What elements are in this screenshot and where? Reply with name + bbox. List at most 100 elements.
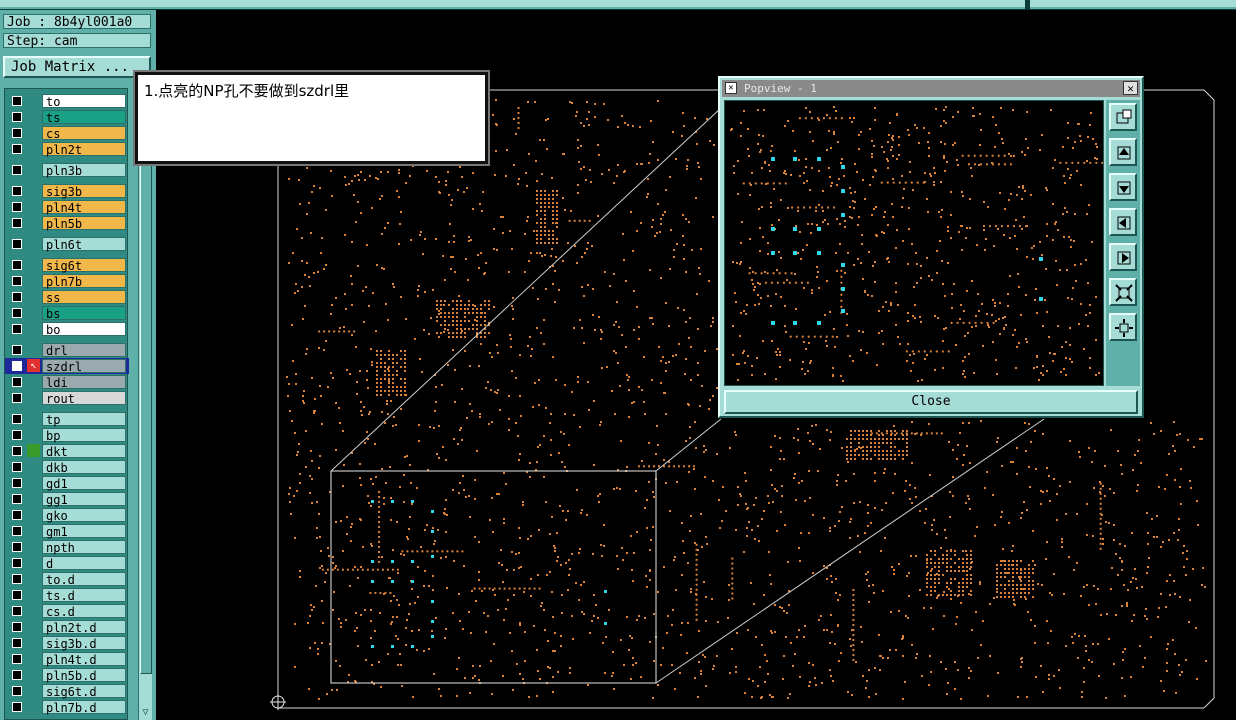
layer-name[interactable]: dkt	[42, 444, 126, 459]
layer-name[interactable]: pln6t	[42, 237, 126, 252]
layer-name[interactable]: cs.d	[42, 604, 126, 619]
layer-name[interactable]: dkb	[42, 460, 126, 475]
affected-layer-icon[interactable]	[27, 444, 40, 457]
layer-checkbox[interactable]	[12, 430, 22, 440]
layer-name[interactable]: pln5b	[42, 216, 126, 231]
layer-checkbox[interactable]	[12, 702, 22, 712]
layer-name[interactable]: szdrl	[42, 359, 126, 374]
layer-row-npth[interactable]: npth	[5, 539, 129, 555]
layer-name[interactable]: ss	[42, 290, 126, 305]
popview-zoom-view[interactable]	[724, 100, 1104, 386]
close-icon[interactable]: ✕	[1123, 81, 1138, 95]
pan-up-icon[interactable]	[1109, 138, 1137, 166]
layer-name[interactable]: gm1	[42, 524, 126, 539]
layer-row-pln2t-d[interactable]: pln2t.d	[5, 619, 129, 635]
layer-row-ts[interactable]: ts	[5, 109, 129, 125]
popview-titlebar[interactable]: ✕ Popview - 1 ✕	[722, 80, 1140, 97]
layer-row-ldi[interactable]: ldi	[5, 374, 129, 390]
layer-checkbox[interactable]	[12, 308, 22, 318]
layer-row-pln7b[interactable]: pln7b	[5, 273, 129, 289]
layer-row-ts-d[interactable]: ts.d	[5, 587, 129, 603]
layer-name[interactable]: ldi	[42, 375, 126, 390]
layer-row-pln4t-d[interactable]: pln4t.d	[5, 651, 129, 667]
layer-checkbox[interactable]	[12, 542, 22, 552]
pan-right-icon[interactable]	[1109, 243, 1137, 271]
layer-checkbox[interactable]	[12, 414, 22, 424]
layer-row-sig6t[interactable]: sig6t	[5, 257, 129, 273]
layer-row-gko[interactable]: gko	[5, 507, 129, 523]
layer-checkbox[interactable]	[12, 574, 22, 584]
layer-row-pln4t[interactable]: pln4t	[5, 199, 129, 215]
layer-row-dkt[interactable]: dkt	[5, 443, 129, 459]
layer-checkbox[interactable]	[12, 239, 22, 249]
zoom-fit-icon[interactable]	[1109, 103, 1137, 131]
layer-checkbox[interactable]	[12, 218, 22, 228]
layer-row-ss[interactable]: ss	[5, 289, 129, 305]
layer-row-gd1[interactable]: gd1	[5, 475, 129, 491]
layer-row-sig3b[interactable]: sig3b	[5, 183, 129, 199]
layer-checkbox[interactable]	[12, 510, 22, 520]
layer-name[interactable]: gko	[42, 508, 126, 523]
layer-checkbox[interactable]	[12, 393, 22, 403]
layer-row-rout[interactable]: rout	[5, 390, 129, 406]
layer-checkbox[interactable]	[12, 638, 22, 648]
layer-checkbox[interactable]	[12, 494, 22, 504]
layer-row-szdrl[interactable]: ↖ szdrl	[5, 358, 129, 374]
layer-checkbox[interactable]	[12, 96, 22, 106]
layer-row-to[interactable]: to	[5, 93, 129, 109]
layer-checkbox[interactable]	[12, 128, 22, 138]
job-matrix-button[interactable]: Job Matrix ...	[3, 56, 151, 78]
layer-row-gg1[interactable]: gg1	[5, 491, 129, 507]
layer-name[interactable]: pln5b.d	[42, 668, 126, 683]
layer-name[interactable]: bo	[42, 322, 126, 337]
popview-close-button[interactable]: Close	[724, 390, 1138, 414]
layer-checkbox[interactable]	[12, 186, 22, 196]
layer-checkbox[interactable]	[12, 324, 22, 334]
zoom-out-icon[interactable]	[1109, 278, 1137, 306]
layer-name[interactable]: to	[42, 94, 126, 109]
layer-row-to-d[interactable]: to.d	[5, 571, 129, 587]
layer-name[interactable]: sig3b.d	[42, 636, 126, 651]
layer-row-tp[interactable]: tp	[5, 411, 129, 427]
layer-checkbox[interactable]	[12, 112, 22, 122]
layer-row-gm1[interactable]: gm1	[5, 523, 129, 539]
layer-name[interactable]: pln4t.d	[42, 652, 126, 667]
layer-row-sig3b-d[interactable]: sig3b.d	[5, 635, 129, 651]
layer-checkbox[interactable]	[12, 377, 22, 387]
layer-list-scrollbar[interactable]: ▽	[138, 88, 152, 720]
layer-name[interactable]: tp	[42, 412, 126, 427]
layer-row-pln3b[interactable]: pln3b	[5, 162, 129, 178]
layer-checkbox[interactable]	[12, 558, 22, 568]
layer-name[interactable]: rout	[42, 391, 126, 406]
layer-checkbox[interactable]	[12, 345, 22, 355]
layer-checkbox[interactable]	[12, 144, 22, 154]
layer-name[interactable]: pln7b	[42, 274, 126, 289]
layer-row-dkb[interactable]: dkb	[5, 459, 129, 475]
layer-name[interactable]: pln7b.d	[42, 700, 126, 715]
layer-name[interactable]: drl	[42, 343, 126, 358]
layer-checkbox[interactable]	[12, 165, 22, 175]
layer-checkbox[interactable]	[12, 686, 22, 696]
scrollbar-thumb[interactable]	[140, 90, 152, 674]
layer-checkbox[interactable]	[12, 606, 22, 616]
layer-checkbox[interactable]	[12, 260, 22, 270]
work-layer-icon[interactable]: ↖	[27, 359, 40, 372]
layer-checkbox[interactable]	[12, 361, 22, 371]
layer-checkbox[interactable]	[12, 654, 22, 664]
layer-checkbox[interactable]	[12, 670, 22, 680]
layer-checkbox[interactable]	[12, 478, 22, 488]
layer-checkbox[interactable]	[12, 202, 22, 212]
layer-checkbox[interactable]	[12, 276, 22, 286]
layer-row-pln5b-d[interactable]: pln5b.d	[5, 667, 129, 683]
layer-name[interactable]: npth	[42, 540, 126, 555]
pan-down-icon[interactable]	[1109, 173, 1137, 201]
layer-checkbox[interactable]	[12, 526, 22, 536]
layer-row-bo[interactable]: bo	[5, 321, 129, 337]
layer-name[interactable]: gd1	[42, 476, 126, 491]
layer-checkbox[interactable]	[12, 292, 22, 302]
layer-row-pln6t[interactable]: pln6t	[5, 236, 129, 252]
layer-name[interactable]: pln3b	[42, 163, 126, 178]
layer-name[interactable]: bs	[42, 306, 126, 321]
layer-name[interactable]: sig6t	[42, 258, 126, 273]
layer-checkbox[interactable]	[12, 462, 22, 472]
